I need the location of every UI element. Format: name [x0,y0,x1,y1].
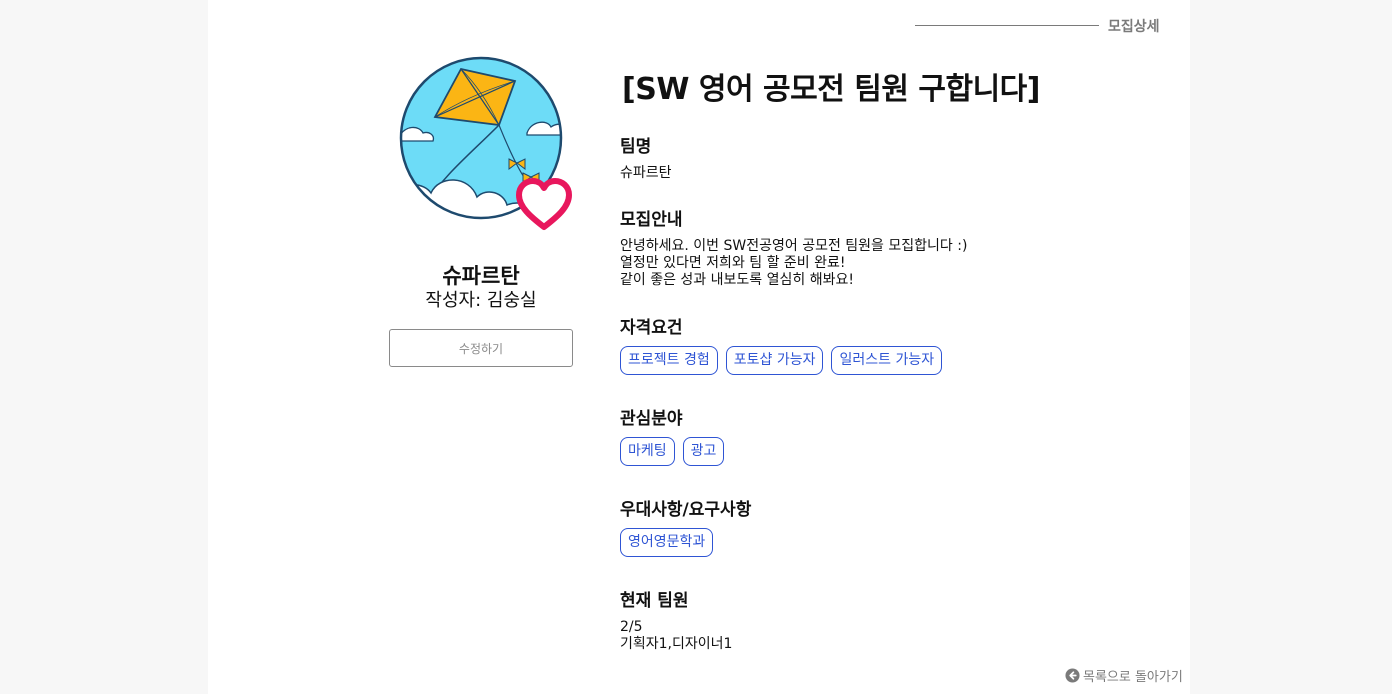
author-name: 작성자: 김숭실 [425,290,537,311]
like-heart-icon[interactable] [513,175,575,233]
interests-heading: 관심분야 [620,409,683,429]
tag-chip[interactable]: 마케팅 [620,437,675,466]
recruit-guide-body: 안녕하세요. 이번 SW전공영어 공모전 팀원을 모집합니다 :) 열정만 있다… [620,238,967,289]
preferences-heading: 우대사항/요구사항 [620,500,752,520]
qualifications-tag-list: 프로젝트 경험 포토샵 가능자 일러스트 가능자 [620,346,943,375]
team-name-heading: 팀명 [620,137,652,157]
current-members-heading: 현재 팀원 [620,591,689,611]
interests-tag-list: 마케팅 광고 [620,437,725,466]
preferences-section: 우대사항/요구사항 영어영문학과 [620,495,751,557]
guide-line: 같이 좋은 성과 내보도록 열심히 해봐요! [620,272,854,288]
tag-chip[interactable]: 프로젝트 경험 [620,346,718,375]
team-name-section: 팀명 슈파르탄 [620,132,672,182]
qualifications-heading: 자격요건 [620,318,683,338]
interests-section: 관심분야 마케팅 광고 [620,404,725,466]
preferences-tag-list: 영어영문학과 [620,528,751,557]
guide-line: 열정만 있다면 저희와 팀 할 준비 완료! [620,255,846,271]
back-to-list-label: 목록으로 돌아가기 [1083,670,1183,685]
page-header-label: 모집상세 [1108,19,1160,35]
arrow-left-circle-icon [1065,668,1080,683]
back-to-list-link[interactable]: 목록으로 돌아가기 [1065,666,1183,685]
edit-button[interactable]: 수정하기 [389,329,573,367]
tag-chip[interactable]: 영어영문학과 [620,528,714,557]
tag-chip[interactable]: 포토샵 가능자 [725,346,824,375]
recruit-guide-heading: 모집안내 [620,210,683,230]
post-title: [SW 영어 공모전 팀원 구합니다] [622,72,1041,107]
guide-line: 안녕하세요. 이번 SW전공영어 공모전 팀원을 모집합니다 :) [620,238,968,254]
current-members-section: 현재 팀원 2/5 기획자1,디자이너1 [620,586,732,653]
recruit-guide-section: 모집안내 안녕하세요. 이번 SW전공영어 공모전 팀원을 모집합니다 :) 열… [620,205,967,289]
member-roles: 기획자1,디자이너1 [620,636,733,652]
tag-chip[interactable]: 광고 [682,437,725,466]
header-divider [915,25,1099,26]
team-name-value: 슈파르탄 [620,165,672,181]
current-members-body: 2/5 기획자1,디자이너1 [620,619,732,653]
recruit-detail-page: 모집상세 슈파르탄 작성자: 김숭실 수정하기 [SW 영어 공모전 팀원 구합… [208,0,1190,694]
qualifications-section: 자격요건 프로젝트 경험 포토샵 가능자 일러스트 가능자 [620,313,943,375]
member-count: 2/5 [620,619,643,635]
tag-chip[interactable]: 일러스트 가능자 [831,346,943,375]
